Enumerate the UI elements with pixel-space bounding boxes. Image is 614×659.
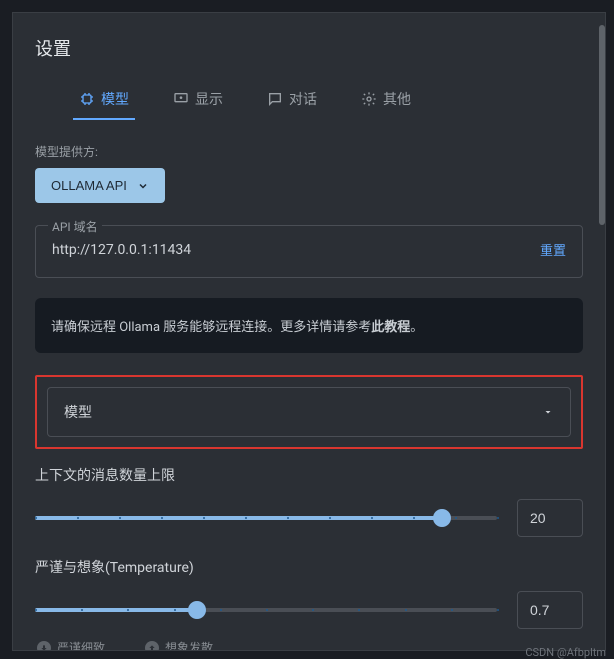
provider-select[interactable]: OLLAMA API — [35, 168, 165, 203]
context-value[interactable] — [517, 499, 583, 537]
slider-thumb[interactable] — [433, 509, 451, 527]
hint-low: 严谨细致 — [37, 639, 105, 651]
tab-label: 对话 — [289, 89, 317, 109]
page-title: 设置 — [35, 35, 583, 61]
api-domain-field: API 域名 http://127.0.0.1:11434 重置 — [35, 225, 583, 278]
notice-link[interactable]: 此教程 — [371, 320, 410, 335]
arrow-down-icon — [37, 641, 51, 652]
monitor-icon — [173, 91, 189, 107]
temperature-value[interactable] — [517, 591, 583, 629]
tabs: 模型 显示 对话 其他 — [35, 89, 583, 119]
caret-down-icon — [542, 406, 554, 418]
notice-box: 请确保远程 Ollama 服务能够远程连接。更多详情请参考此教程。 — [35, 298, 583, 353]
provider-label: 模型提供方: — [35, 143, 583, 160]
reset-button[interactable]: 重置 — [540, 240, 566, 259]
chip-icon — [79, 91, 95, 107]
tab-label: 其他 — [383, 89, 411, 109]
temperature-slider[interactable] — [35, 601, 497, 619]
notice-text: 请确保远程 Ollama 服务能够远程连接。更多详情请参考 — [51, 320, 371, 335]
notice-suffix: 。 — [410, 320, 423, 335]
gear-icon — [361, 91, 377, 107]
scrollbar[interactable] — [599, 25, 605, 225]
temperature-label: 严谨与想象(Temperature) — [35, 557, 583, 577]
context-label: 上下文的消息数量上限 — [35, 465, 583, 485]
tab-model[interactable]: 模型 — [79, 89, 129, 119]
context-slider[interactable] — [35, 509, 497, 527]
tab-chat[interactable]: 对话 — [267, 89, 317, 119]
context-section: 上下文的消息数量上限 — [35, 465, 583, 537]
slider-thumb[interactable] — [188, 601, 206, 619]
chat-icon — [267, 91, 283, 107]
chevron-down-icon — [137, 180, 149, 192]
hint-high: 想象发散 — [145, 639, 213, 651]
tab-label: 显示 — [195, 89, 223, 109]
watermark: CSDN @Afbpltm — [525, 646, 606, 659]
tab-label: 模型 — [101, 89, 129, 109]
temperature-section: 严谨与想象(Temperature) 严谨细致 想象发散 — [35, 557, 583, 651]
api-legend: API 域名 — [48, 218, 102, 235]
arrow-up-icon — [145, 641, 159, 652]
model-select-label: 模型 — [64, 402, 92, 422]
settings-panel: 设置 模型 显示 对话 其他 模型提供方: OLLAMA API — [12, 12, 606, 651]
model-select[interactable]: 模型 — [47, 387, 571, 437]
temperature-hints: 严谨细致 想象发散 — [35, 639, 583, 651]
model-select-highlight: 模型 — [35, 375, 583, 449]
tab-display[interactable]: 显示 — [173, 89, 223, 119]
api-input[interactable]: http://127.0.0.1:11434 — [52, 242, 528, 258]
tab-other[interactable]: 其他 — [361, 89, 411, 119]
provider-value: OLLAMA API — [51, 178, 127, 193]
